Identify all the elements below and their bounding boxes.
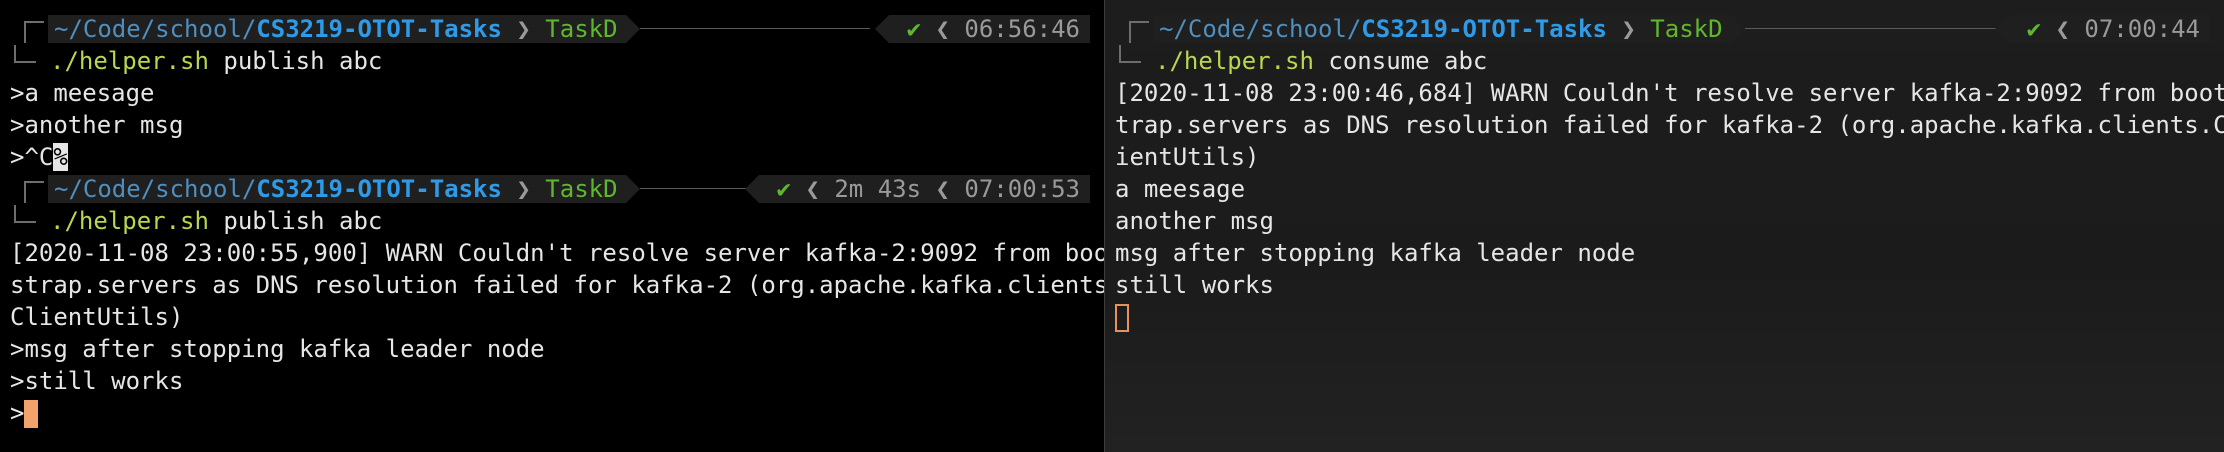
output-line: ientUtils) (1115, 143, 1260, 171)
command-line: ./helper.sh consume abc (1155, 45, 1487, 77)
interrupt-text: >^C (10, 143, 54, 171)
prompt-connector (1119, 45, 1141, 63)
terminal-pane-left[interactable]: ~/Code/school/CS3219-OTOT-Tasks ❯ TaskD … (0, 0, 1104, 452)
prompt-status-segment: ✔ ❮ 07:00:44 (1994, 15, 2210, 43)
prompt-dir: ~/Code/school/ (54, 175, 257, 203)
prompt-dir: ~/Code/school/ (54, 15, 257, 43)
output-line: trap.servers as DNS resolution failed fo… (1115, 111, 2224, 139)
prompt-time: 06:56:46 (964, 15, 1080, 43)
command-args: publish abc (208, 207, 383, 235)
prompt-duration: 2m 43s (834, 175, 922, 203)
chevron-right-icon: ❯ (1621, 15, 1636, 43)
output-line: still works (1115, 271, 1274, 299)
prompt-status-segment: ✔ ❮ 06:56:46 (874, 15, 1090, 43)
text-cursor (1115, 304, 1129, 332)
chevron-left-icon: ❮ (935, 175, 950, 203)
output-line: >a meesage (10, 79, 155, 107)
terminal-pane-right[interactable]: ~/Code/school/CS3219-OTOT-Tasks ❯ TaskD … (1105, 0, 2224, 452)
chevron-left-icon: ❮ (805, 175, 820, 203)
output-line: >another msg (10, 111, 184, 139)
check-icon: ✔ (906, 15, 922, 43)
prompt-filler-line (1745, 28, 2000, 29)
prompt-filler-line (640, 188, 760, 189)
prompt-path-segment: ~/Code/school/CS3219-OTOT-Tasks ❯ TaskD (48, 175, 640, 203)
output-line: >still works (10, 367, 184, 395)
text-cursor (24, 400, 39, 428)
output-line: [2020-11-08 23:00:46,684] WARN Couldn't … (1115, 79, 2224, 107)
output-line: msg after stopping kafka leader node (1115, 239, 1636, 267)
git-branch: TaskD (545, 175, 618, 203)
prompt-line: ~/Code/school/CS3219-OTOT-Tasks ❯ TaskD … (1115, 13, 2210, 45)
prompt-path-segment: ~/Code/school/CS3219-OTOT-Tasks ❯ TaskD (48, 15, 640, 43)
prompt-connector (24, 181, 44, 203)
prompt-time: 07:00:44 (2084, 15, 2200, 43)
prompt-dir-repo: CS3219-OTOT-Tasks (256, 15, 502, 43)
output-line: strap.servers as DNS resolution failed f… (10, 271, 1104, 299)
command-name: ./helper.sh (1155, 47, 1314, 75)
prompt-connector (14, 45, 36, 63)
command-line: ./helper.sh publish abc (50, 45, 382, 77)
input-prompt: > (10, 399, 25, 427)
prompt-time: 07:00:53 (964, 175, 1080, 203)
partial-line-marker: % (53, 143, 68, 171)
git-branch: TaskD (545, 15, 618, 43)
prompt-status-segment: ✔ ❮ 2m 43s ❮ 07:00:53 (744, 175, 1090, 203)
interrupt-line: >^C% (10, 141, 68, 173)
chevron-left-icon: ❮ (935, 15, 950, 43)
input-line[interactable]: > (10, 397, 39, 429)
prompt-dir-repo: CS3219-OTOT-Tasks (256, 175, 502, 203)
prompt-filler-line (640, 28, 870, 29)
output-line: >msg after stopping kafka leader node (10, 335, 545, 363)
prompt-line: ~/Code/school/CS3219-OTOT-Tasks ❯ TaskD … (10, 13, 1090, 45)
chevron-right-icon: ❯ (516, 15, 531, 43)
prompt-dir: ~/Code/school/ (1159, 15, 1362, 43)
prompt-connector (1129, 21, 1149, 43)
check-icon: ✔ (776, 175, 791, 203)
input-line[interactable] (1115, 301, 1129, 333)
prompt-connector (14, 205, 36, 223)
output-line: a meesage (1115, 175, 1246, 203)
prompt-line: ~/Code/school/CS3219-OTOT-Tasks ❯ TaskD … (10, 173, 1090, 205)
command-args: consume abc (1313, 47, 1488, 75)
prompt-connector (24, 21, 44, 43)
command-args: publish abc (208, 47, 383, 75)
output-line: ClientUtils) (10, 303, 184, 331)
chevron-left-icon: ❮ (2055, 15, 2070, 43)
output-line: another msg (1115, 207, 1274, 235)
command-name: ./helper.sh (50, 207, 209, 235)
prompt-dir-repo: CS3219-OTOT-Tasks (1361, 15, 1607, 43)
chevron-right-icon: ❯ (516, 175, 531, 203)
command-name: ./helper.sh (50, 47, 209, 75)
git-branch: TaskD (1650, 15, 1723, 43)
prompt-path-segment: ~/Code/school/CS3219-OTOT-Tasks ❯ TaskD (1153, 15, 1745, 43)
command-line: ./helper.sh publish abc (50, 205, 382, 237)
check-icon: ✔ (2026, 15, 2042, 43)
output-line: [2020-11-08 23:00:55,900] WARN Couldn't … (10, 239, 1104, 267)
